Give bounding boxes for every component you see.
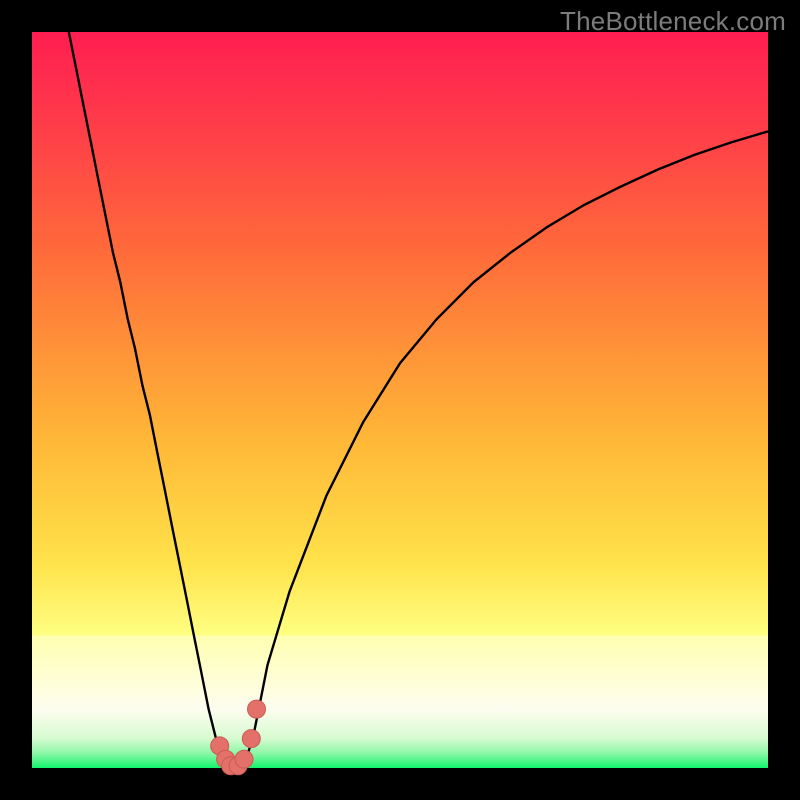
chart-frame: TheBottleneck.com — [0, 0, 800, 800]
valley-marker — [235, 750, 253, 768]
chart-svg — [0, 0, 800, 800]
valley-marker — [248, 700, 266, 718]
valley-marker — [242, 730, 260, 748]
plot-background — [32, 32, 768, 768]
watermark-text: TheBottleneck.com — [560, 6, 786, 37]
